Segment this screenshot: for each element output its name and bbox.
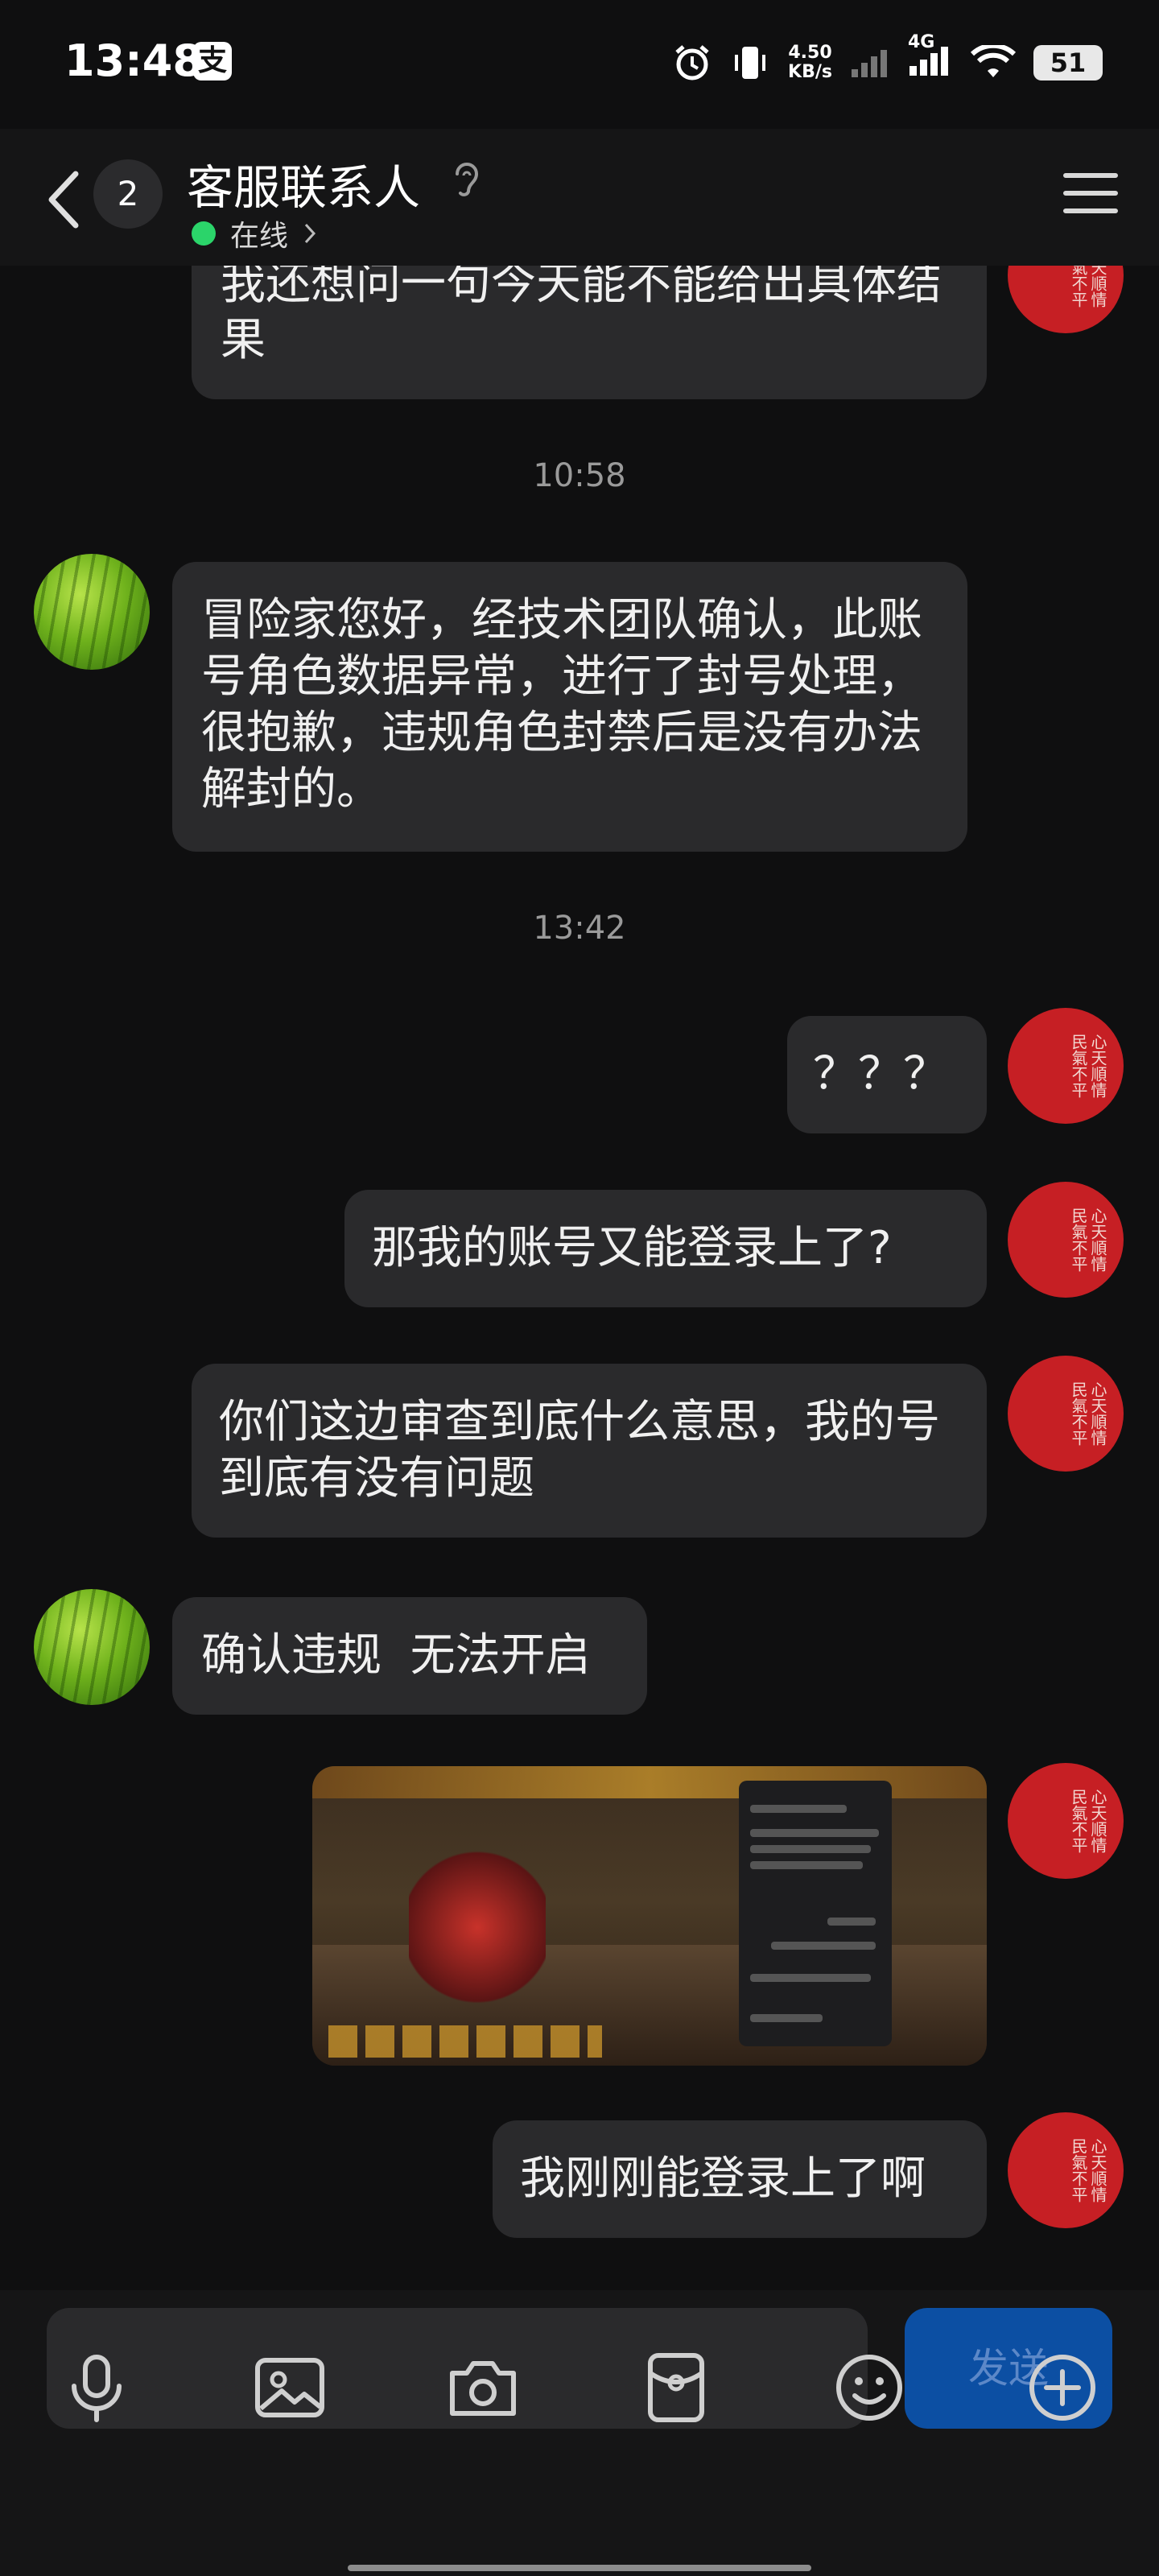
- my-avatar[interactable]: 心天順情 民氣不平: [1008, 1763, 1124, 1879]
- unread-badge[interactable]: 2: [93, 159, 163, 229]
- seal-icon: 心天順情 民氣不平: [1069, 1789, 1107, 1853]
- message-text: 冒险家您好，经技术团队确认，此账号角色数据异常，进行了封号处理，很抱歉，违规角色…: [201, 594, 922, 815]
- plus-icon[interactable]: [1024, 2349, 1101, 2426]
- my-avatar[interactable]: 心天順情 民氣不平: [1008, 1008, 1124, 1124]
- seal-icon: 心天順情 民氣不平: [1069, 2138, 1107, 2202]
- seal-icon: 心天順情 民氣不平: [1069, 1034, 1107, 1098]
- red-packet-icon[interactable]: [637, 2349, 715, 2426]
- my-avatar[interactable]: 心天順情 民氣不平: [1008, 1356, 1124, 1472]
- camera-icon[interactable]: [444, 2349, 522, 2426]
- microphone-icon[interactable]: [58, 2349, 135, 2426]
- my-avatar[interactable]: 心天順情 民氣不平: [1008, 1182, 1124, 1298]
- back-arrow-icon[interactable]: [40, 167, 89, 232]
- chevron-right-icon: [304, 223, 316, 244]
- image-icon[interactable]: [251, 2349, 328, 2426]
- seal-icon: 心天順情 民氣不平: [1069, 1208, 1107, 1272]
- timestamp: 13:42: [533, 910, 626, 947]
- message-text: 那我的账号又能登录上了?: [372, 1222, 892, 1274]
- embedded-chat-panel: [739, 1781, 892, 2046]
- message-bubble-received[interactable]: 确认违规 无法开启: [172, 1597, 647, 1715]
- game-character: [409, 1847, 546, 2008]
- message-bubble-sent[interactable]: 我刚刚能登录上了啊: [493, 2120, 987, 2238]
- message-list[interactable]: 我还想问一句今天能不能给出具体结果 心天順情 民氣不平 10:58 冒险家您好，…: [0, 0, 1159, 2286]
- message-bubble-received[interactable]: 冒险家您好，经技术团队确认，此账号角色数据异常，进行了封号处理，很抱歉，违规角色…: [172, 562, 967, 852]
- chat-header: 2 客服联系人 在线: [0, 129, 1159, 266]
- message-text: 我还想问一句今天能不能给出具体结果: [221, 258, 942, 366]
- message-bubble-sent[interactable]: 你们这边审查到底什么意思，我的号到底有没有问题: [192, 1364, 987, 1538]
- message-bubble-sent[interactable]: ？？？: [787, 1016, 987, 1133]
- contact-name[interactable]: 客服联系人: [187, 150, 420, 217]
- contact-avatar[interactable]: [34, 1589, 150, 1705]
- menu-icon[interactable]: [1062, 169, 1119, 217]
- timestamp: 10:58: [533, 457, 626, 494]
- image-message[interactable]: [312, 1766, 987, 2066]
- emoji-icon[interactable]: [831, 2349, 908, 2426]
- earpiece-mode-icon[interactable]: [451, 158, 483, 203]
- online-status-label: 在线: [230, 220, 289, 253]
- message-text: 你们这边审查到底什么意思，我的号到底有没有问题: [219, 1396, 940, 1505]
- composer: 发送: [0, 2290, 1159, 2576]
- online-status[interactable]: 在线: [192, 213, 319, 254]
- my-avatar[interactable]: 心天順情 民氣不平: [1008, 2112, 1124, 2228]
- contact-avatar[interactable]: [34, 554, 150, 670]
- message-bubble-sent[interactable]: 那我的账号又能登录上了?: [344, 1190, 987, 1307]
- message-text: 我刚刚能登录上了啊: [520, 2153, 926, 2205]
- message-text: 确认违规 无法开启: [201, 1629, 591, 1682]
- home-indicator[interactable]: [348, 2565, 811, 2571]
- message-text: ？？？: [813, 1048, 948, 1100]
- game-bottom-bar: [328, 2025, 602, 2058]
- seal-icon: 心天順情 民氣不平: [1069, 1381, 1107, 1446]
- online-dot: [192, 221, 216, 246]
